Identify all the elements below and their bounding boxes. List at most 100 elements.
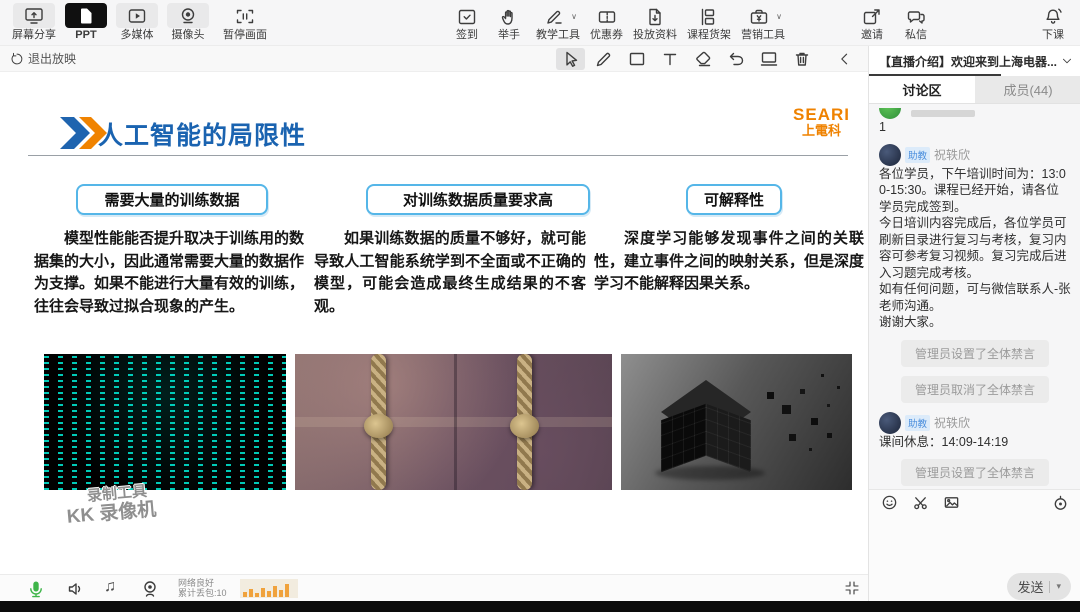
collapse-icon [845, 581, 859, 595]
composer-send-row: 发送 ▾ [869, 570, 1080, 601]
coupon-icon [598, 10, 615, 23]
teaching-tools-label: 教学工具 [536, 29, 580, 41]
raise-hand-button[interactable]: 举手 [494, 3, 524, 42]
chat-message: 助教 祝轶欣 各位学员，下午培训时间为：13:00-15:30。课程已经开始，请… [879, 143, 1071, 331]
sign-in-icon [458, 9, 476, 24]
camera-button[interactable]: 摄像头 [167, 3, 209, 42]
avatar [879, 411, 901, 434]
illegible-name [911, 110, 975, 117]
sign-in-button[interactable]: 签到 [452, 3, 482, 42]
materials-button[interactable]: 投放资料 [633, 3, 677, 42]
send-button[interactable]: 发送 ▾ [1007, 573, 1071, 600]
coupon-label: 优惠券 [590, 29, 623, 41]
title-divider [28, 155, 848, 156]
message-text: 今日培训内容完成后，各位学员可刷新目录进行复习与考核，复习内容可参考复习视频。复… [879, 216, 1067, 280]
packet-loss: 累计丢包:10 [178, 588, 227, 598]
heading-box-interpretability: 可解释性 [686, 184, 782, 215]
end-class-button[interactable]: 下课 [1038, 3, 1068, 42]
speaker-toggle[interactable] [66, 579, 86, 599]
exit-presentation-button[interactable]: 退出放映 [10, 50, 76, 67]
draw-toolbar [556, 48, 892, 70]
avatar [879, 108, 901, 119]
slide-title: 人工智能的局限性 [98, 122, 307, 150]
paragraph-data-quality: 如果训练数据的质量不够好，就可能导致人工智能系统学到不全面或不正确的模型，可能会… [314, 230, 586, 315]
system-notice: 管理员设置了全体禁言 [900, 339, 1049, 367]
screen-share-icon [25, 7, 43, 24]
message-input[interactable] [869, 515, 1080, 570]
sign-in-label: 签到 [456, 29, 478, 41]
network-quality-chart [240, 579, 298, 598]
paragraph-training-data: 模型性能能否提升取决于训练用的数据集的大小，因此通常需要大量的数据作为支撑。如果… [34, 230, 305, 315]
private-message-button[interactable]: 私信 [901, 3, 931, 42]
undo-icon [729, 52, 743, 66]
screen-share-button[interactable]: 屏幕分享 [12, 3, 56, 42]
message-text: 各位学员，下午培训时间为：13:00-15:30。课程已经开始，请各位学员完成签… [879, 166, 1066, 214]
delete-tool[interactable] [787, 48, 816, 70]
raise-hand-icon [501, 9, 513, 25]
fraying-rope-image [295, 354, 612, 490]
chat-message: 1 [879, 108, 1071, 136]
pen-tool[interactable] [589, 48, 618, 70]
pause-screen-label: 暂停画面 [223, 29, 267, 41]
send-options-caret[interactable]: ▾ [1056, 581, 1061, 592]
course-shelf-button[interactable]: 课程货架 [687, 3, 731, 42]
screenshot-scissors-icon[interactable] [912, 494, 929, 511]
prev-page-button[interactable] [830, 48, 859, 70]
user-name: 祝轶欣 [934, 148, 971, 162]
webcam-toggle[interactable] [140, 579, 160, 599]
tab-discussion[interactable]: 讨论区 [869, 76, 975, 103]
private-message-icon [907, 10, 925, 24]
rectangle-tool[interactable] [622, 48, 651, 70]
sidebar-tabs: 讨论区 成员(44) [869, 76, 1080, 104]
send-divider [1049, 580, 1051, 593]
announcement-text: 【直播介绍】欢迎来到上海电器... [879, 54, 1058, 69]
end-class-label: 下课 [1042, 29, 1064, 41]
teaching-tools-icon [547, 10, 562, 24]
screen-share-label: 屏幕分享 [12, 29, 56, 41]
marketing-tools-label: 营销工具 [741, 29, 785, 41]
coupon-button[interactable]: 优惠券 [590, 3, 623, 42]
tab-members[interactable]: 成员(44) [975, 76, 1080, 103]
system-notice: 管理员取消了全体禁言 [900, 375, 1049, 403]
collapse-toolbar-button[interactable] [844, 580, 860, 596]
sidebar: 【直播介绍】欢迎来到上海电器... 讨论区 成员(44) 1 助教 祝轶欣 各位… [868, 46, 1080, 601]
multimedia-icon [128, 8, 146, 23]
pause-screen-button[interactable]: 暂停画面 [223, 3, 267, 42]
emoji-icon[interactable] [881, 494, 898, 511]
select-cursor-tool[interactable] [556, 48, 585, 70]
microphone-icon [30, 581, 42, 598]
seari-logo: SEARI 上電科 [793, 106, 850, 137]
marketing-tools-button[interactable]: ∨ 营销工具 [741, 3, 785, 42]
multimedia-label: 多媒体 [120, 29, 154, 41]
trash-icon [795, 52, 808, 66]
raise-hand-label: 举手 [498, 29, 520, 41]
settings-icon[interactable] [1052, 495, 1069, 512]
text-tool[interactable] [655, 48, 684, 70]
chevron-down-icon: ∨ [571, 12, 577, 21]
live-announcement[interactable]: 【直播介绍】欢迎来到上海电器... [869, 46, 1080, 76]
chevron-down-icon[interactable] [1061, 55, 1073, 67]
course-shelf-label: 课程货架 [687, 29, 731, 41]
assistant-badge: 助教 [905, 414, 931, 431]
invite-button[interactable]: 邀请 [857, 3, 887, 42]
network-status-text: 网络良好 累计丢包:10 [178, 578, 227, 598]
paragraph-interpretability: 深度学习能够发现事件之间的关联性，建立事件之间的映射关系，但是深度学习不能解释因… [594, 230, 865, 292]
cursor-icon [565, 51, 577, 67]
whiteboard-tool[interactable] [754, 48, 783, 70]
message-text: 谢谢大家。 [879, 315, 942, 329]
image-icon[interactable] [943, 494, 960, 511]
teaching-tools-button[interactable]: ∨ 教学工具 [536, 3, 580, 42]
slide-stage: 人工智能的局限性 SEARI 上電科 需要大量的训练数据 对训练数据质量要求高 … [0, 72, 868, 574]
undo-tool[interactable] [721, 48, 750, 70]
invite-label: 邀请 [861, 29, 883, 41]
pen-icon [596, 52, 610, 67]
ppt-label: PPT [75, 29, 97, 41]
chat-message-list[interactable]: 1 助教 祝轶欣 各位学员，下午培训时间为：13:00-15:30。课程已经开始… [869, 104, 1080, 489]
eraser-icon [695, 51, 710, 67]
music-toggle[interactable]: ♫ [104, 578, 116, 596]
ppt-button[interactable]: PPT [65, 3, 107, 42]
music-icon: ♫ [104, 578, 116, 595]
multimedia-button[interactable]: 多媒体 [116, 3, 158, 42]
eraser-tool[interactable] [688, 48, 717, 70]
private-message-label: 私信 [905, 29, 927, 41]
